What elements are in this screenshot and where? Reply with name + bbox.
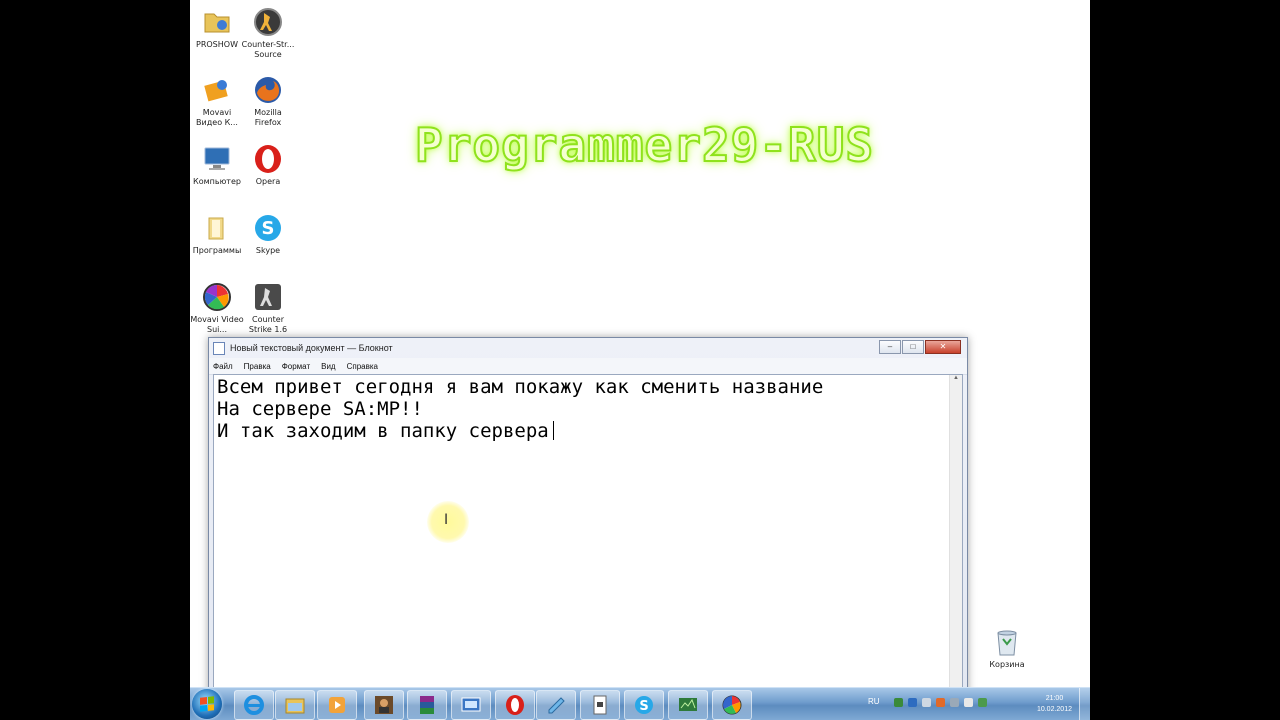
text-line: И так заходим в папку сервера: [217, 420, 549, 442]
text-caret: [552, 421, 554, 440]
desktop-icon-recycle-bin[interactable]: Корзина: [980, 626, 1034, 670]
desktop: PROSHOW Counter-Str... Source Movavi Вид…: [190, 0, 1090, 720]
computer-icon: [201, 143, 233, 175]
document-text[interactable]: Всем привет сегодня я вам покажу как сме…: [217, 376, 823, 442]
title-bar[interactable]: Новый текстовый документ — Блокнот – □ ✕: [209, 338, 967, 358]
notepad-icon: [548, 697, 565, 714]
desktop-icon-computer[interactable]: Компьютер: [190, 143, 244, 187]
desktop-icon-movavi-suite[interactable]: Movavi Video Sui...: [190, 281, 244, 335]
counter-strike-icon: [252, 281, 284, 313]
opera-icon: [506, 695, 524, 715]
media-player-icon: [329, 697, 345, 713]
taskbar-explorer[interactable]: [275, 690, 315, 720]
monitor-app-icon: [679, 698, 697, 711]
taskbar-document[interactable]: [580, 690, 620, 720]
desktop-icon-cs-source[interactable]: Counter-Str... Source: [241, 6, 295, 60]
tray-power-icon[interactable]: [978, 698, 987, 707]
minimize-button[interactable]: –: [879, 340, 901, 354]
desktop-icon-movavi-video[interactable]: Movavi Видео К...: [190, 74, 244, 128]
taskbar-notepad[interactable]: [536, 690, 576, 720]
text-line-with-caret: И так заходим в папку сервера: [217, 420, 823, 442]
explorer-icon: [285, 698, 305, 714]
clock-date: 10.02.2012: [1036, 706, 1072, 713]
menu-edit[interactable]: Правка: [244, 362, 271, 371]
clock-time: 21:00: [1045, 695, 1064, 702]
folder-icon: [201, 6, 233, 38]
tray-monitor-icon[interactable]: [950, 698, 959, 707]
channel-watermark: Programmer29-RUS: [414, 117, 875, 173]
notepad-icon: [213, 341, 225, 355]
desktop-icon-programs[interactable]: Программы: [190, 212, 244, 256]
taskbar-winrar[interactable]: [407, 690, 447, 720]
desktop-icon-skype[interactable]: S Skype: [241, 212, 295, 256]
language-indicator[interactable]: RU: [868, 697, 880, 706]
opera-icon: [252, 143, 284, 175]
recycle-bin-icon: [991, 626, 1023, 658]
tray-recorder-icon[interactable]: [936, 698, 945, 707]
tray-app-icon[interactable]: [894, 698, 903, 707]
windows-logo-icon: [200, 696, 214, 712]
text-line: На сервере SA:MP!!: [217, 398, 423, 420]
start-button[interactable]: [192, 689, 222, 719]
desktop-icon-proshow[interactable]: PROSHOW: [190, 6, 244, 50]
svg-text:S: S: [639, 699, 648, 714]
taskbar-ie[interactable]: [234, 690, 274, 720]
ibeam-cursor-icon: I: [444, 512, 449, 528]
desktop-icon-cs16[interactable]: Counter Strike 1.6: [241, 281, 295, 335]
desktop-icon-firefox[interactable]: Mozilla Firefox: [241, 74, 295, 128]
folder-icon: [201, 212, 233, 244]
tray-action-center-icon[interactable]: [922, 698, 931, 707]
window-title: Новый текстовый документ — Блокнот: [230, 343, 393, 353]
taskbar-recorder[interactable]: [451, 690, 491, 720]
menu-file[interactable]: Файл: [213, 362, 233, 371]
menu-bar: Файл Правка Формат Вид Справка: [209, 358, 967, 375]
maximize-button[interactable]: □: [902, 340, 924, 354]
screen-recorder-icon: [461, 697, 481, 712]
svg-text:S: S: [262, 218, 275, 239]
movavi-icon: [722, 695, 742, 715]
text-editor[interactable]: Всем привет сегодня я вам покажу как сме…: [213, 374, 963, 694]
menu-help[interactable]: Справка: [347, 362, 378, 371]
desktop-icon-opera[interactable]: Opera: [241, 143, 295, 187]
firefox-icon: [252, 74, 284, 106]
taskbar-media[interactable]: [317, 690, 357, 720]
internet-explorer-icon: [244, 695, 264, 715]
taskbar-skype[interactable]: S: [624, 690, 664, 720]
menu-format[interactable]: Формат: [282, 362, 310, 371]
taskbar: S RU 21:00 10.02.2012: [190, 687, 1090, 720]
taskbar-monitor[interactable]: [668, 690, 708, 720]
skype-icon: S: [252, 212, 284, 244]
scroll-up-icon[interactable]: ▲: [950, 375, 962, 381]
gta-icon: [375, 696, 393, 714]
text-line: Всем привет сегодня я вам покажу как сме…: [217, 376, 824, 398]
clock[interactable]: 21:00 10.02.2012: [1037, 693, 1072, 715]
movavi-suite-icon: [201, 281, 233, 313]
skype-icon: S: [635, 696, 653, 714]
show-desktop-button[interactable]: [1079, 688, 1090, 720]
tray-volume-icon[interactable]: [964, 698, 973, 707]
vertical-scrollbar[interactable]: ▲: [949, 375, 962, 693]
menu-view[interactable]: Вид: [321, 362, 335, 371]
close-button[interactable]: ✕: [925, 340, 961, 354]
movavi-icon: [201, 74, 233, 106]
taskbar-movavi[interactable]: [712, 690, 752, 720]
taskbar-opera[interactable]: [495, 690, 535, 720]
document-icon: [593, 695, 607, 715]
notepad-window[interactable]: Новый текстовый документ — Блокнот – □ ✕…: [208, 337, 968, 699]
counter-strike-icon: [252, 6, 284, 38]
winrar-icon: [420, 696, 434, 714]
taskbar-gta[interactable]: [364, 690, 404, 720]
system-tray: RU 21:00 10.02.2012: [860, 688, 1090, 720]
tray-network-icon[interactable]: [908, 698, 917, 707]
